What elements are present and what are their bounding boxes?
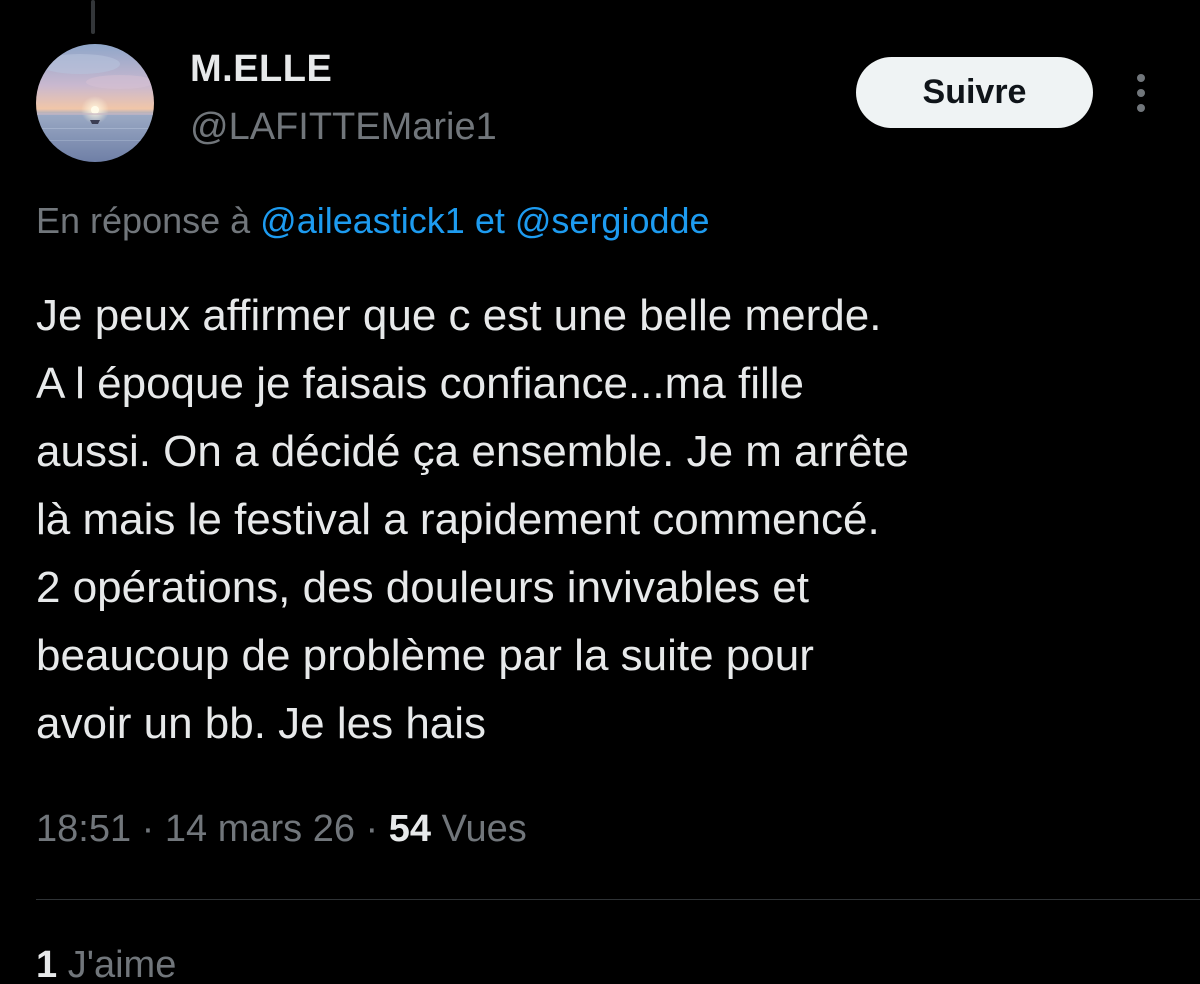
author-handle[interactable]: @LAFITTEMarie1	[190, 106, 497, 149]
author-display-name[interactable]: M.ELLE	[190, 48, 332, 91]
divider	[36, 899, 1200, 900]
follow-button[interactable]: Suivre	[856, 57, 1093, 128]
tweet-text-line: A l époque je faisais confiance...ma fil…	[36, 359, 805, 408]
reply-mention-link[interactable]: @sergiodde	[515, 200, 710, 241]
reply-context: En réponse à @aileastick1 et @sergiodde	[36, 200, 710, 242]
reply-mention-link[interactable]: @aileastick1	[260, 200, 465, 241]
meta-separator: ·	[365, 808, 379, 850]
reply-prefix: En réponse à	[36, 200, 251, 241]
avatar[interactable]	[36, 44, 154, 162]
tweet-detail-page: M.ELLE @LAFITTEMarie1 Suivre En réponse …	[0, 0, 1200, 984]
tweet-text-line: là mais le festival a rapidement commenc…	[36, 495, 880, 544]
tweet-text-line: Je peux affirmer que c est une belle mer…	[36, 291, 882, 340]
likes-summary[interactable]: 1 J'aime	[36, 944, 176, 984]
likes-label[interactable]: J'aime	[68, 944, 177, 984]
views-label[interactable]: Vues	[442, 808, 527, 850]
tweet-text: Je peux affirmer que c est une belle mer…	[36, 282, 1176, 758]
views-count[interactable]: 54	[389, 808, 431, 850]
tweet-date[interactable]: 14 mars 26	[165, 808, 355, 850]
meta-separator: ·	[141, 808, 155, 850]
tweet-meta: 18:51 · 14 mars 26 · 54 Vues	[36, 808, 527, 851]
more-vertical-icon[interactable]	[1126, 72, 1156, 116]
tweet-text-line: aussi. On a décidé ça ensemble. Je m arr…	[36, 427, 910, 476]
reply-connector: et	[474, 200, 505, 241]
thread-connector-line	[91, 0, 95, 34]
tweet-text-line: avoir un bb. Je les hais	[36, 699, 487, 748]
avatar-sunset-image	[36, 44, 154, 162]
likes-count[interactable]: 1	[36, 944, 57, 984]
tweet-time[interactable]: 18:51	[36, 808, 131, 850]
tweet-text-line: 2 opérations, des douleurs invivables et	[36, 563, 809, 612]
tweet-text-line: beaucoup de problème par la suite pour	[36, 631, 814, 680]
